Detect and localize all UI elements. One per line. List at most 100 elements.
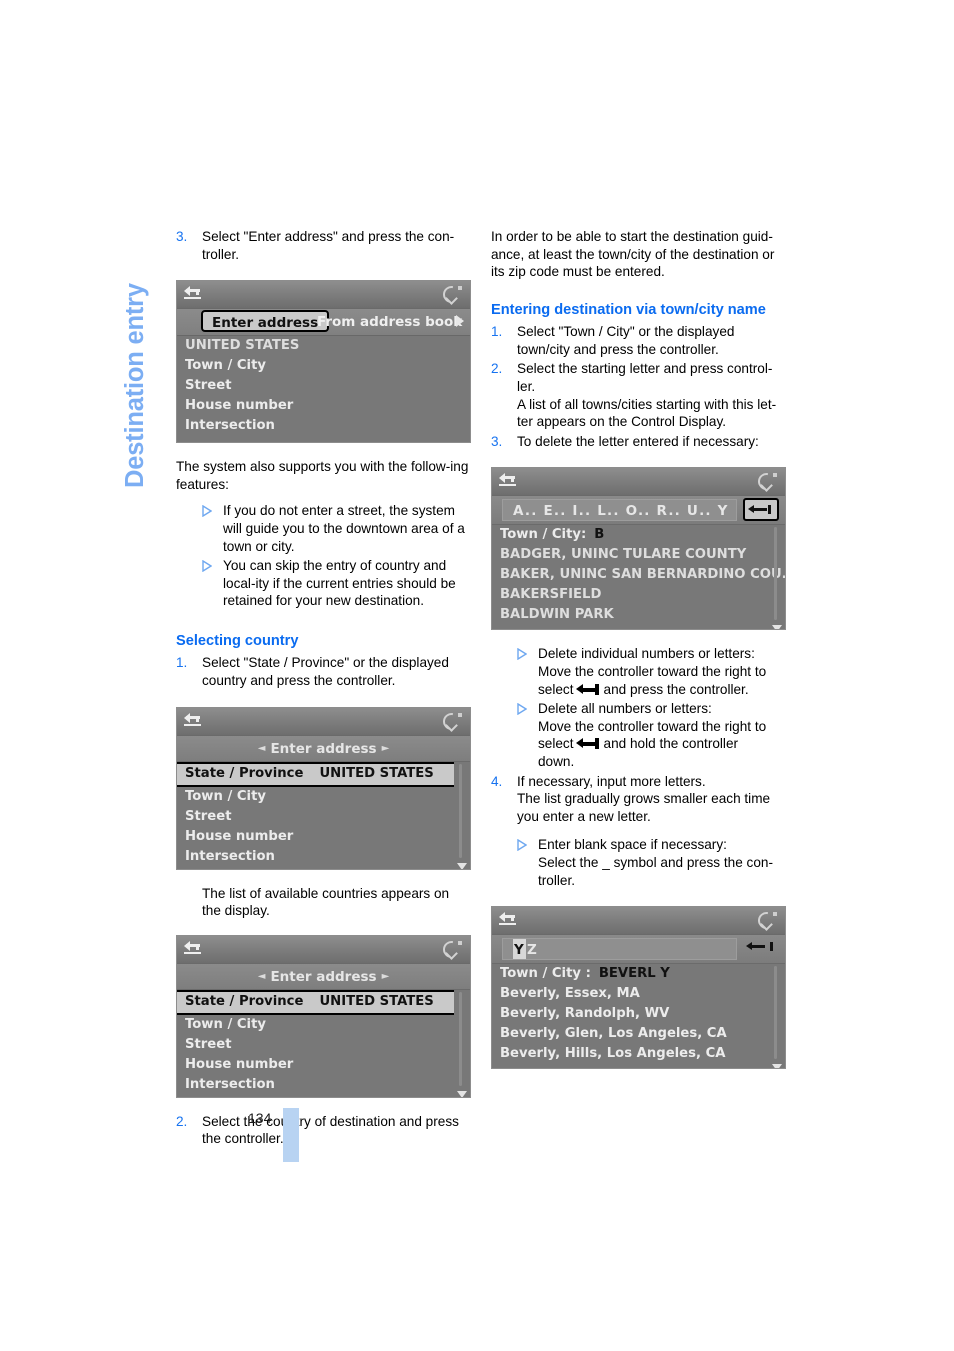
right-chevron-icon[interactable]: ► xyxy=(382,743,390,754)
scroll-down-icon[interactable] xyxy=(457,1090,467,1097)
bullet-text: You can skip the entry of country and lo… xyxy=(223,558,456,609)
figure-code: ZUM01_NAVI_013 xyxy=(469,1031,471,1080)
bullet-line-1: Move the controller toward the right to xyxy=(538,664,767,680)
letter-rest[interactable]: Z xyxy=(527,942,538,958)
list-item[interactable]: House number xyxy=(177,827,470,847)
list-item[interactable]: BAKER, UNINC SAN BERNARDINO COU... xyxy=(492,565,785,585)
letter-list[interactable]: YZ xyxy=(502,938,737,961)
scrollbar[interactable] xyxy=(455,990,468,1097)
list-item[interactable]: Beverly, Glen, Los Angeles, CA xyxy=(492,1024,785,1044)
screen-titlebar xyxy=(177,281,470,310)
step-number: 3. xyxy=(491,433,503,449)
screen-title-strip: ◄ Enter address ► xyxy=(177,963,470,990)
list-item-selected[interactable]: State / Province UNITED STATES xyxy=(177,989,454,1015)
list-item[interactable]: Street xyxy=(177,1035,470,1055)
backspace-icon[interactable] xyxy=(743,498,779,522)
scroll-down-icon[interactable] xyxy=(772,625,782,630)
back-arrow-icon[interactable] xyxy=(184,712,204,728)
entry-label: Town / City : xyxy=(500,966,591,982)
back-arrow-icon[interactable] xyxy=(184,286,204,301)
bullet-title: Delete all numbers or letters: xyxy=(538,701,712,717)
step-3-delete-letter: 3. To delete the letter entered if neces… xyxy=(491,433,786,451)
triangle-bullet-icon xyxy=(517,838,528,852)
row-value: UNITED STATES xyxy=(319,765,434,781)
triangle-bullet-icon xyxy=(517,647,528,661)
gps-status-icon xyxy=(754,908,779,933)
row-label: State / Province xyxy=(185,765,304,781)
list-item[interactable]: BAKERSFIELD xyxy=(492,585,785,605)
triangle-bullet-icon xyxy=(202,559,213,573)
step-number: 1. xyxy=(491,324,503,340)
town-city-entry-row[interactable]: Town / City : BEVERL Y xyxy=(492,964,785,984)
step-text: Select the country of destination and pr… xyxy=(202,1113,459,1147)
step-text: To delete the letter entered if necessar… xyxy=(517,433,759,449)
list-item[interactable]: Town / City xyxy=(177,356,470,376)
figure-town-city-beverly: YZ Town / City : BEVERL Y Beverly, Essex,… xyxy=(491,906,786,1070)
list-item[interactable]: House number xyxy=(177,396,470,416)
backspace-icon xyxy=(575,738,602,750)
list-item[interactable]: Town / City xyxy=(177,787,470,807)
row-label: State / Province xyxy=(185,993,304,1009)
step-2-select-country: 2. Select the country of destination and… xyxy=(176,1113,471,1148)
list-item-selected[interactable]: State / Province UNITED STATES xyxy=(177,761,454,787)
left-chevron-icon[interactable]: ◄ xyxy=(258,743,266,754)
bullet-no-street: If you do not enter a street, the system… xyxy=(176,502,471,555)
left-column: 3. Select "Enter address" and press the … xyxy=(176,228,471,1150)
bullet-line-2-post: and press the controller. xyxy=(603,681,749,697)
step-1-select-state: 1. Select "State / Province" or the disp… xyxy=(176,654,471,689)
page-number: 134 xyxy=(248,1110,272,1126)
screen-title-text: Enter address xyxy=(270,740,377,757)
tab-from-address-book[interactable]: From address book xyxy=(317,311,462,333)
step-text: Select "State / Province" or the display… xyxy=(202,655,449,689)
tab-enter-address[interactable]: Enter address xyxy=(201,310,330,333)
triangle-bullet-icon xyxy=(202,504,213,518)
list-item[interactable]: Intersection xyxy=(177,847,470,867)
list-item[interactable]: UNITED STATES xyxy=(177,336,470,356)
figure-code: ZUM01_NAVI_015 xyxy=(784,1003,786,1051)
scrollbar[interactable] xyxy=(770,964,783,1069)
scroll-down-icon[interactable] xyxy=(772,1064,782,1069)
bullet-line-2-post: and hold the controller xyxy=(603,736,739,752)
screen-list: State / Province UNITED STATES Town / Cit… xyxy=(177,761,470,869)
screen-title-strip: ◄ Enter address ► xyxy=(177,735,470,762)
scrollbar[interactable] xyxy=(770,525,783,630)
letter-highlighted[interactable]: Y xyxy=(513,939,526,960)
gps-status-icon xyxy=(439,937,464,962)
bullet-line-1: Move the controller toward the right to xyxy=(538,718,767,734)
list-item[interactable]: House number xyxy=(177,1055,470,1075)
step-3-enter-address: 3. Select "Enter address" and press the … xyxy=(176,228,471,263)
list-item[interactable]: Intersection xyxy=(177,1075,470,1095)
scrollbar[interactable] xyxy=(455,762,468,869)
left-chevron-icon[interactable]: ◄ xyxy=(258,971,266,982)
list-item[interactable]: Beverly, Hills, Los Angeles, CA xyxy=(492,1044,785,1064)
list-item[interactable]: Intersection xyxy=(177,416,470,436)
right-arrow-icon[interactable] xyxy=(456,315,464,328)
town-city-entry-row[interactable]: Town / City: B xyxy=(492,525,785,545)
step-4-input-more-letters: 4. If necessary, input more letters. The… xyxy=(491,773,786,826)
back-arrow-icon[interactable] xyxy=(184,940,204,956)
entry-value: B xyxy=(594,527,605,543)
back-arrow-icon[interactable] xyxy=(499,473,519,488)
triangle-bullet-icon xyxy=(517,702,528,716)
scroll-down-icon[interactable] xyxy=(457,862,467,869)
screen-titlebar xyxy=(492,468,785,497)
letter-list[interactable]: A.. E.. I.. L.. O.. R.. U.. Y xyxy=(502,499,737,522)
screen-list: Town / City: B BADGER, UNINC TULARE COUNT… xyxy=(492,525,785,630)
step-text: Select the starting letter and press con… xyxy=(517,361,773,395)
step-1-select-town-city: 1. Select "Town / City" or the displayed… xyxy=(491,323,786,358)
backspace-icon xyxy=(575,683,602,695)
bullet-skip-entry: You can skip the entry of country and lo… xyxy=(176,557,471,610)
list-item[interactable]: Street xyxy=(177,807,470,827)
list-item[interactable]: Beverly, Randolph, WV xyxy=(492,1004,785,1024)
figure-code: ZUM01_NAVI_014 xyxy=(784,564,786,612)
list-item[interactable]: Town / City xyxy=(177,1015,470,1035)
step-text: Select "Enter address" and press the con… xyxy=(202,229,455,262)
list-item[interactable]: BADGER, UNINC TULARE COUNTY xyxy=(492,545,785,565)
right-chevron-icon[interactable]: ► xyxy=(382,971,390,982)
backspace-icon[interactable] xyxy=(743,937,779,960)
bullet-text: If you do not enter a street, the system… xyxy=(223,503,465,554)
list-item[interactable]: BALDWIN PARK xyxy=(492,605,785,625)
list-item[interactable]: Street xyxy=(177,376,470,396)
list-item[interactable]: Beverly, Essex, MA xyxy=(492,984,785,1004)
back-arrow-icon[interactable] xyxy=(499,912,519,927)
